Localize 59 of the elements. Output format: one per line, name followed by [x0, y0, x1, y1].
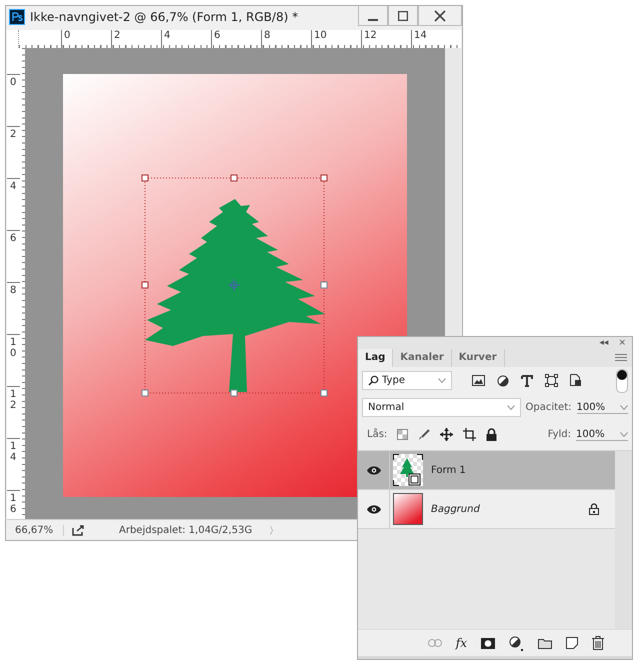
brush-icon[interactable]	[418, 428, 430, 440]
lock-icon[interactable]	[486, 428, 498, 441]
panel-tab[interactable]: Kanaler	[393, 349, 452, 367]
chevron-down-icon	[620, 432, 628, 436]
maximize-icon	[398, 10, 408, 20]
chevron-down-icon	[620, 404, 628, 410]
opacity-field[interactable]: 100%	[576, 402, 628, 414]
image-filter-icon[interactable]	[472, 375, 485, 386]
ruler-label: 6	[7, 230, 20, 282]
minimize-button[interactable]	[358, 6, 388, 26]
chevron-down-icon	[438, 378, 446, 383]
search-icon	[368, 375, 379, 386]
filter-toggle[interactable]	[616, 368, 628, 392]
window-title: Ikke-navngivet-2 @ 66,7% (Form 1, RGB/8) *	[30, 10, 300, 24]
layer-name: Baggrund	[431, 504, 481, 514]
chevron-down-icon	[506, 405, 515, 410]
fill-label: Fyld:	[548, 429, 571, 440]
filter-dropdown[interactable]: Type	[362, 371, 452, 390]
lock-label: Lås:	[367, 429, 388, 440]
panel-close-button[interactable]: ×	[618, 337, 626, 349]
layer-name: Form 1	[431, 464, 467, 476]
effects-button[interactable]: fx	[456, 636, 467, 650]
ruler-label: 12	[7, 386, 20, 438]
fill-field[interactable]: 100%	[576, 428, 628, 440]
new-layer-icon[interactable]	[566, 637, 578, 649]
close-icon	[434, 10, 446, 22]
layer-row[interactable]: Form 1	[358, 451, 615, 490]
maximize-button[interactable]	[388, 6, 418, 26]
layer-row[interactable]: Baggrund	[358, 490, 615, 529]
ruler-label: 10	[7, 334, 20, 386]
ruler-label: 4	[7, 178, 20, 230]
close-button[interactable]	[418, 6, 462, 26]
ruler-label: 14	[7, 438, 20, 490]
shape-filter-icon[interactable]	[545, 374, 558, 387]
panel-tab[interactable]: Lag	[358, 349, 394, 367]
gradient-thumbnail	[393, 493, 423, 525]
opacity-label: Opacitet:	[526, 402, 572, 413]
status-arrow[interactable]: 〉	[269, 524, 279, 538]
trash-icon[interactable]	[592, 636, 604, 650]
zoom-level[interactable]: 66,67%	[7, 525, 64, 536]
tree-thumbnail	[393, 454, 423, 486]
lock-transparency-icon[interactable]	[397, 429, 408, 440]
minimize-icon	[368, 18, 378, 20]
text-filter-icon[interactable]	[521, 374, 533, 386]
ruler-label: 2	[7, 126, 20, 178]
status-info: Arbejdspalet: 1,04G/2,53G	[118, 525, 254, 536]
app-logo-icon	[9, 9, 25, 25]
adjustment-filter-icon[interactable]	[497, 374, 509, 386]
collapse-button[interactable]: ◂◂	[599, 337, 608, 349]
folder-icon[interactable]	[538, 638, 552, 648]
move-icon[interactable]	[440, 428, 454, 441]
panel-tab[interactable]: Kurver	[452, 349, 505, 367]
adjustment-icon[interactable]	[509, 636, 524, 650]
ruler-label: 8	[7, 282, 20, 334]
ruler-label: 0	[7, 74, 20, 126]
mask-icon[interactable]	[481, 638, 495, 648]
smart-object-filter-icon[interactable]	[570, 374, 582, 387]
vertical-scrollbar[interactable]	[615, 451, 632, 629]
blend-mode-dropdown[interactable]: Normal	[362, 398, 521, 417]
